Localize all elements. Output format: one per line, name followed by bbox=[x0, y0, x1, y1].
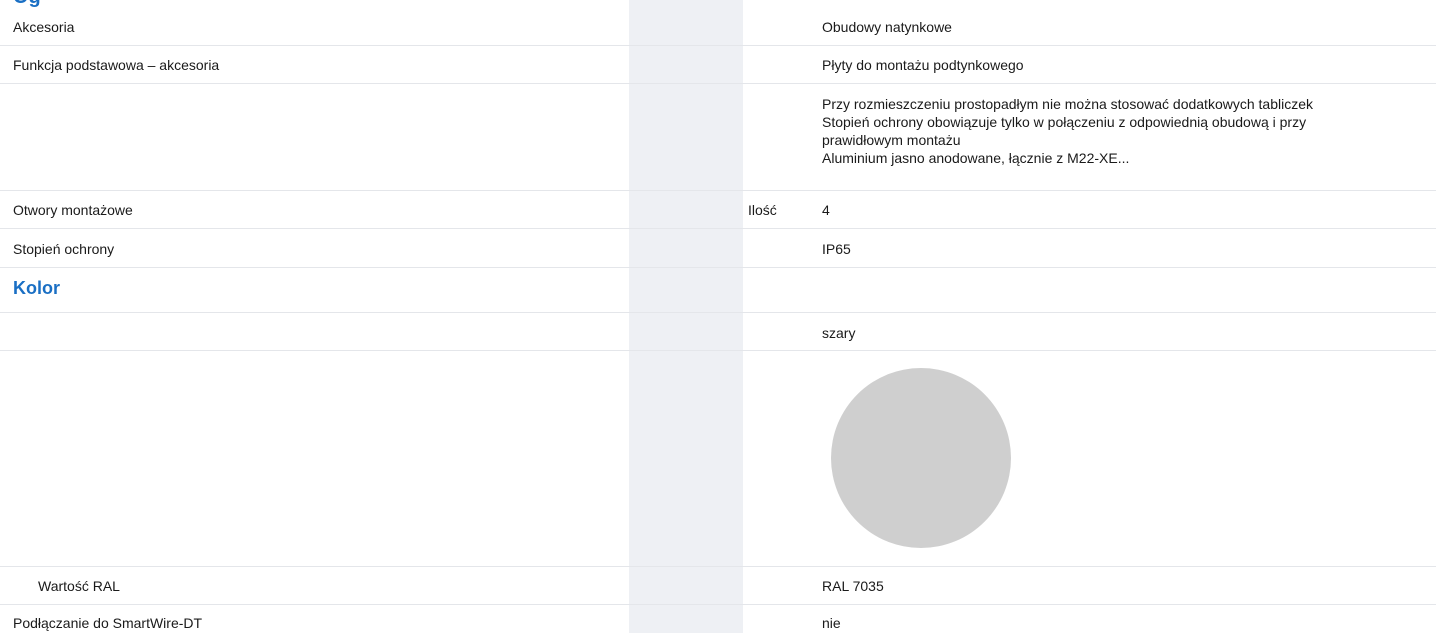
section-title: Kolor bbox=[13, 278, 60, 298]
row-label: Akcesoria bbox=[13, 19, 75, 35]
row-label: Podłączanie do SmartWire-DT bbox=[13, 615, 203, 631]
color-swatch bbox=[831, 368, 1011, 548]
section-row-kolor: Kolor bbox=[0, 268, 1436, 313]
row-value: 4 bbox=[822, 202, 830, 218]
row-value: Obudowy natynkowe bbox=[822, 19, 952, 35]
table-row-otwory-montazowe: Otwory montażowe Ilość 4 bbox=[0, 191, 1436, 229]
row-value: RAL 7035 bbox=[822, 578, 884, 594]
table-row-akcesoria: Akcesoria Obudowy natynkowe bbox=[0, 8, 1436, 46]
row-label: Funkcja podstawowa – akcesoria bbox=[13, 57, 220, 73]
row-value: Płyty do montażu podtynkowego bbox=[822, 57, 1024, 73]
table-row-color-name: szary bbox=[0, 313, 1436, 351]
row-unit: Ilość bbox=[748, 202, 777, 218]
table-row-stopien-ochrony: Stopień ochrony IP65 bbox=[0, 229, 1436, 268]
spec-table: Og Akcesoria Obudowy natynkowe Funkcja p… bbox=[0, 0, 1436, 633]
row-value: IP65 bbox=[822, 241, 851, 257]
row-label: Otwory montażowe bbox=[13, 202, 133, 218]
section-heading-cut: Og bbox=[13, 0, 41, 8]
table-row-color-swatch bbox=[0, 351, 1436, 567]
note-line: prawidłowym montażu bbox=[822, 132, 961, 148]
table-row-ral: Wartość RAL RAL 7035 bbox=[0, 567, 1436, 605]
table-row-funkcja-podstawowa: Funkcja podstawowa – akcesoria Płyty do … bbox=[0, 46, 1436, 84]
row-label: Wartość RAL bbox=[38, 578, 120, 594]
row-value: nie bbox=[822, 615, 841, 631]
table-row-notes: Przy rozmieszczeniu prostopadłym nie moż… bbox=[0, 84, 1436, 191]
table-row-smartwire: Podłączanie do SmartWire-DT nie bbox=[0, 605, 1436, 633]
note-line: Stopień ochrony obowiązuje tylko w połąc… bbox=[822, 114, 1307, 130]
row-label: Stopień ochrony bbox=[13, 241, 115, 257]
notes-block: Przy rozmieszczeniu prostopadłym nie moż… bbox=[822, 95, 1428, 167]
note-line: Przy rozmieszczeniu prostopadłym nie moż… bbox=[822, 96, 1313, 112]
color-name-value: szary bbox=[822, 325, 856, 341]
note-line: Aluminium jasno anodowane, łącznie z M22… bbox=[822, 150, 1130, 166]
